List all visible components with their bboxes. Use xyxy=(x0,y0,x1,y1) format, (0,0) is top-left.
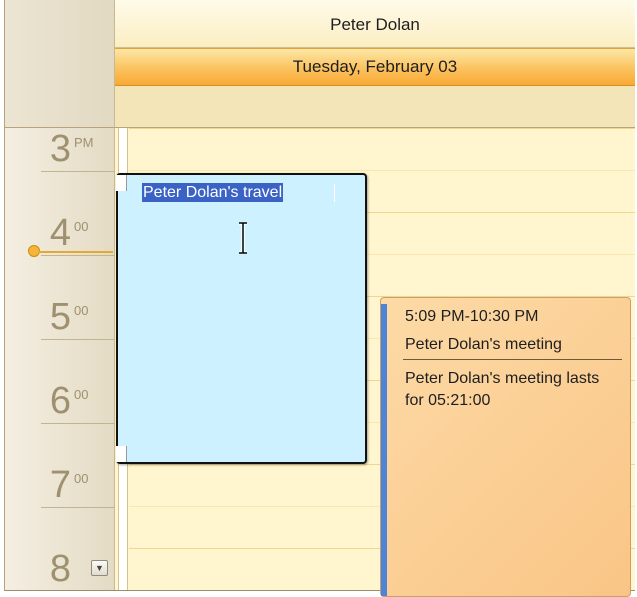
all-day-area[interactable] xyxy=(115,86,635,128)
appointment-meeting[interactable]: 5:09 PM-10:30 PM Peter Dolan's meeting P… xyxy=(380,297,631,597)
ibeam-cursor-icon xyxy=(239,222,247,254)
hour-label: 8 xyxy=(49,548,71,590)
hour-label: 6 xyxy=(49,380,71,422)
minute-label: 00 xyxy=(74,471,89,486)
minute-label: 00 xyxy=(74,387,89,402)
minute-label: PM xyxy=(74,135,94,150)
resource-header[interactable]: Peter Dolan xyxy=(115,0,635,48)
appointment-status-strip xyxy=(381,304,387,596)
hour-mark-3pm: 3 PM xyxy=(5,88,115,172)
date-header[interactable]: Tuesday, February 03 xyxy=(115,48,635,86)
time-ruler: 3 PM 4 00 5 00 6 00 7 00 8 xyxy=(5,128,115,590)
hour-mark-4: 4 00 xyxy=(5,172,115,256)
hour-label: 4 xyxy=(49,212,71,254)
minute-label: 00 xyxy=(74,219,89,234)
current-time-line xyxy=(39,251,113,253)
hour-label: 7 xyxy=(49,464,71,506)
hour-mark-5: 5 00 xyxy=(5,256,115,340)
hour-mark-7: 7 00 xyxy=(5,424,115,508)
appointment-subject: Peter Dolan's meeting xyxy=(405,336,562,353)
minute-label: 00 xyxy=(74,303,89,318)
time-slot-line xyxy=(129,170,635,171)
hour-label: 3 xyxy=(49,128,71,170)
hour-mark-8: 8 xyxy=(5,508,115,590)
scroll-down-button[interactable]: ▼ xyxy=(91,560,108,576)
resize-handle-top[interactable] xyxy=(116,175,127,191)
chevron-down-icon: ▼ xyxy=(95,563,104,573)
appointment-travel[interactable]: Peter Dolan's travel xyxy=(116,173,367,464)
text-caret xyxy=(334,184,335,202)
hour-mark-6: 6 00 xyxy=(5,340,115,424)
hour-label: 5 xyxy=(49,296,71,338)
appointment-description: Peter Dolan's meeting lasts for 05:21:00 xyxy=(405,370,600,409)
time-slot-line xyxy=(129,128,635,129)
resize-handle-bottom[interactable] xyxy=(116,446,127,462)
appointment-time-range: 5:09 PM-10:30 PM xyxy=(405,308,539,325)
appointment-separator xyxy=(403,359,622,360)
appointment-subject-editor[interactable]: Peter Dolan's travel xyxy=(142,183,284,202)
